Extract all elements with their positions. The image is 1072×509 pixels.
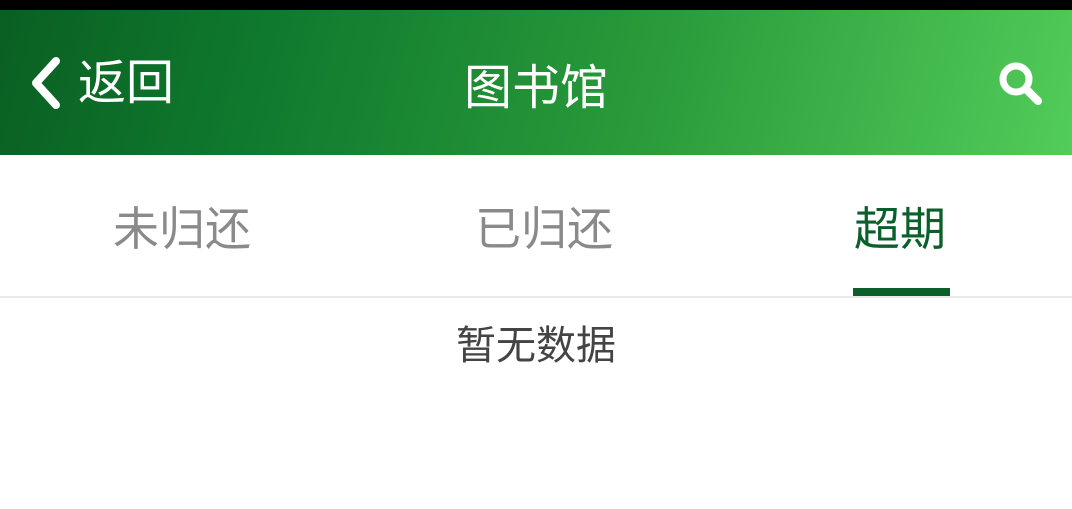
nav-bar: 返回 图书馆 — [0, 10, 1072, 155]
tab-bar: 未归还 已归还 超期 — [0, 155, 1072, 298]
active-tab-indicator — [853, 288, 950, 296]
status-bar — [0, 0, 1072, 10]
chevron-left-icon — [32, 56, 60, 109]
empty-state-text: 暂无数据 — [456, 323, 616, 369]
search-button[interactable] — [996, 10, 1044, 155]
tab-overdue[interactable]: 超期 — [780, 155, 1020, 296]
search-icon — [999, 62, 1042, 105]
back-label: 返回 — [78, 54, 175, 111]
back-button[interactable]: 返回 — [28, 10, 174, 155]
tab-not-returned[interactable]: 未归还 — [0, 155, 364, 296]
tab-returned[interactable]: 已归还 — [364, 155, 724, 296]
